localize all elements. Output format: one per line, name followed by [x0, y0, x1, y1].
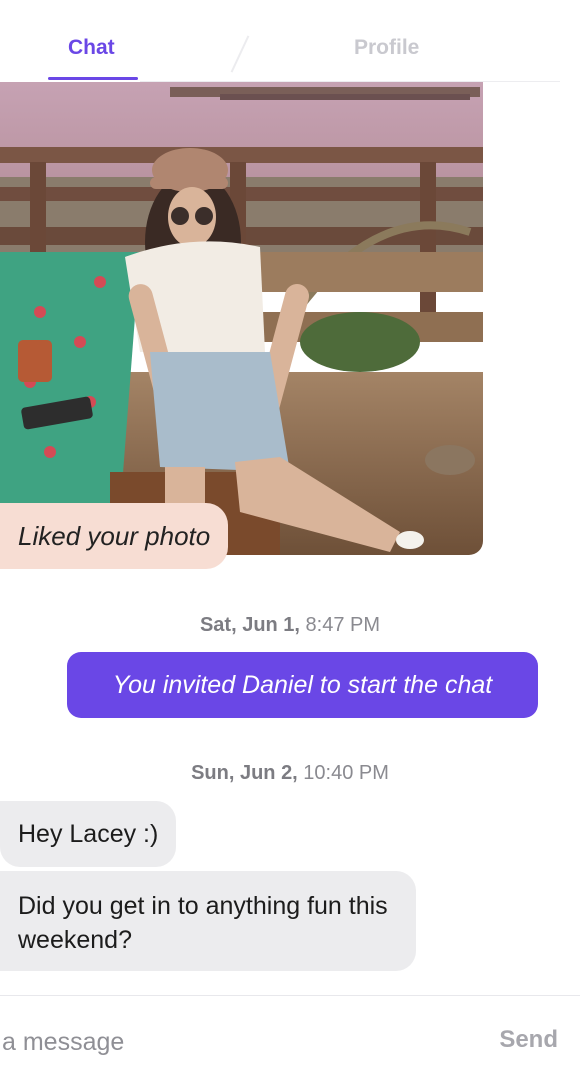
timestamp-date: Sat, Jun 1,: [199, 614, 300, 636]
incoming-message[interactable]: Did you get in to anything fun this week…: [0, 871, 416, 971]
profile-photo-image: [0, 82, 483, 555]
composer-divider: [0, 995, 580, 996]
invite-text: You invited Daniel to start the chat: [112, 670, 493, 699]
message-timestamp: Sat, Jun 1, 8:47 PM: [0, 614, 580, 637]
tab-chat[interactable]: Chat: [68, 36, 115, 60]
timestamp-time: 10:40 PM: [297, 762, 389, 784]
message-input[interactable]: a message: [2, 1028, 124, 1057]
profile-photo[interactable]: [0, 82, 483, 555]
timestamp-time: 8:47 PM: [299, 614, 381, 636]
message-text: Hey Lacey :): [18, 819, 159, 848]
message-text: Did you get in to anything fun this week…: [18, 892, 388, 954]
tab-divider: [230, 35, 250, 73]
invite-system-bubble: You invited Daniel to start the chat: [67, 652, 538, 718]
tab-bar: Chat Profile: [0, 0, 580, 82]
message-timestamp: Sun, Jun 2, 10:40 PM: [0, 762, 580, 785]
active-tab-indicator: [48, 77, 138, 80]
incoming-message[interactable]: Hey Lacey :): [0, 801, 177, 867]
timestamp-date: Sun, Jun 2,: [191, 762, 298, 784]
liked-photo-bubble: Liked your photo: [0, 503, 229, 569]
tab-profile[interactable]: Profile: [354, 36, 419, 60]
send-button[interactable]: Send: [499, 1026, 558, 1054]
liked-photo-label: Liked your photo: [18, 520, 211, 551]
